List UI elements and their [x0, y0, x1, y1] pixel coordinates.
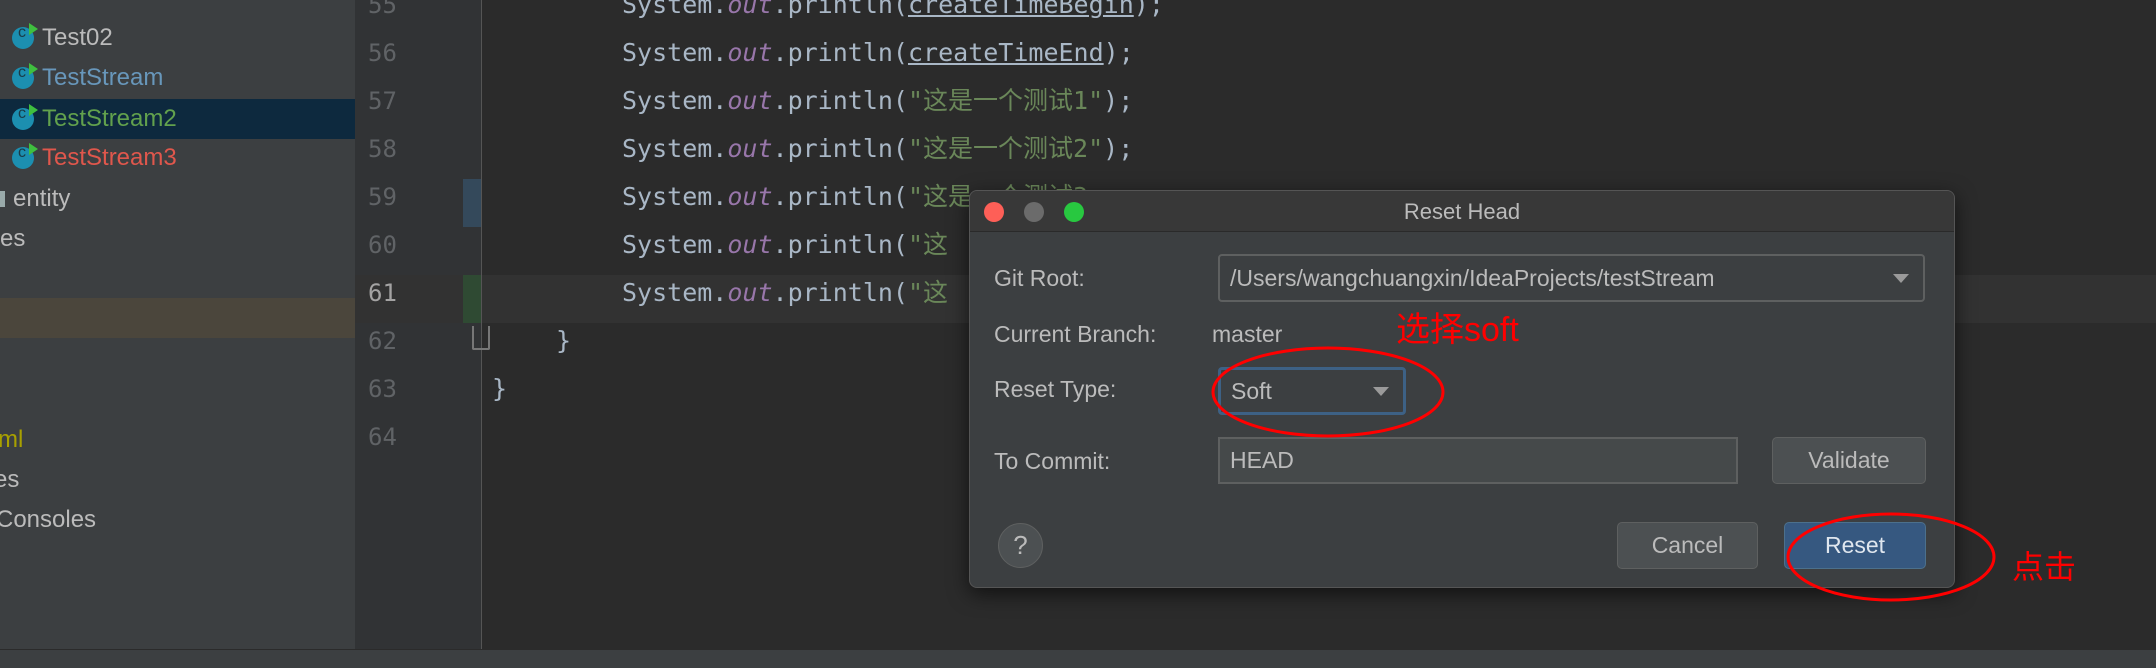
annotation-circle-reset-button — [1786, 512, 1996, 602]
annotation-circle-reset-type — [1211, 346, 1445, 438]
annotation-select-soft: 选择soft — [1396, 311, 1519, 349]
annotation-overlay — [1211, 346, 1996, 602]
annotation-click: 点击 — [2012, 549, 2077, 585]
